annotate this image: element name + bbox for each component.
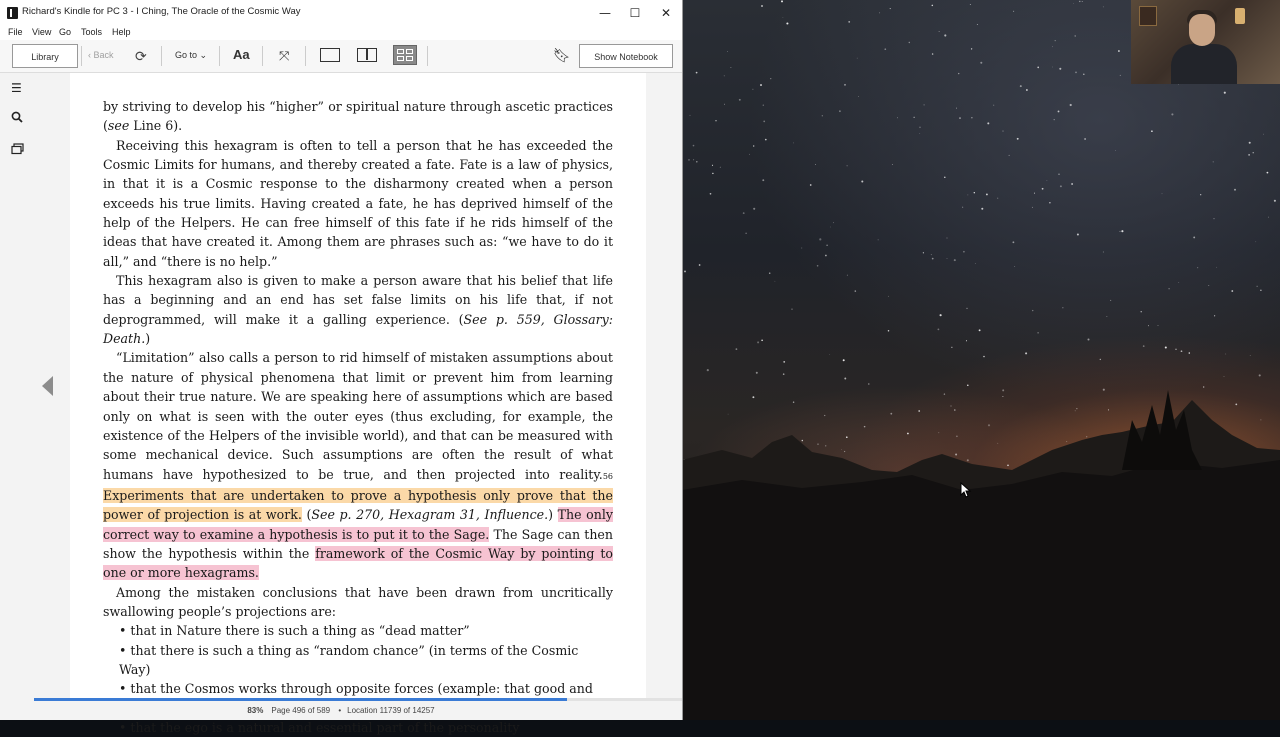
kindle-app-icon xyxy=(7,7,18,19)
list-item: • that the ego is a natural and essentia… xyxy=(119,720,520,735)
goto-button[interactable]: Go to ⌄ xyxy=(175,50,207,61)
single-column-view-icon[interactable] xyxy=(320,48,340,62)
page-indicator: Page 496 of 589 xyxy=(271,706,331,715)
show-notebook-button[interactable]: Show Notebook xyxy=(579,44,673,68)
status-bar: 83% Page 496 of 589 • Location 11739 of 14… xyxy=(0,702,682,720)
back-label: Back xyxy=(93,50,114,60)
reading-progress-fill xyxy=(34,698,568,701)
back-button[interactable]: ‹ Back xyxy=(88,50,114,60)
page-flip-view-icon[interactable] xyxy=(393,45,417,65)
menu-tools[interactable]: Tools xyxy=(81,27,102,37)
bookmark-icon[interactable]: 🔖︎ xyxy=(553,47,571,64)
paragraph: This hexagram also is given to make a pe… xyxy=(103,273,613,347)
window-title: Richard's Kindle for PC 3 - I Ching, The… xyxy=(22,6,301,17)
chevron-down-icon: ⌄ xyxy=(199,50,208,60)
goto-label: Go to xyxy=(175,50,198,60)
close-button[interactable]: ✕ xyxy=(651,0,681,26)
endnote-link[interactable]: 56 xyxy=(603,472,613,481)
maximize-button[interactable]: ☐ xyxy=(620,0,650,26)
search-icon[interactable] xyxy=(11,111,23,126)
webcam-overlay xyxy=(1131,0,1280,84)
left-rail: ☰ xyxy=(0,73,34,705)
book-page: by striving to develop his “higher” or s… xyxy=(70,73,646,735)
kindle-window: Richard's Kindle for PC 3 - I Ching, The… xyxy=(0,0,683,735)
library-button[interactable]: Library xyxy=(12,44,78,68)
page-text: by striving to develop his “higher” or s… xyxy=(103,97,613,737)
paragraph: “Limitation” also calls a person to rid … xyxy=(103,350,613,581)
mouse-cursor-icon xyxy=(960,482,972,498)
menu-bar: File View Go Tools Help xyxy=(0,26,682,40)
menu-go[interactable]: Go xyxy=(59,27,71,37)
paragraph: Among the mistaken conclusions that have… xyxy=(103,584,613,619)
list-item: • that in Nature there is such a thing a… xyxy=(119,623,470,639)
menu-file[interactable]: File xyxy=(8,27,23,37)
paragraph: by striving to develop his “higher” or s… xyxy=(103,99,613,134)
table-of-contents-icon[interactable]: ☰ xyxy=(11,81,22,95)
title-bar: Richard's Kindle for PC 3 - I Ching, The… xyxy=(0,0,682,26)
fullscreen-icon[interactable]: ⤧ xyxy=(279,48,289,64)
list-item: • that there is such a thing as “random … xyxy=(119,642,579,677)
reading-progress-bar[interactable] xyxy=(34,698,682,701)
previous-page-arrow-icon[interactable] xyxy=(42,376,53,396)
menu-help[interactable]: Help xyxy=(112,27,131,37)
progress-percent: 83% xyxy=(247,706,264,715)
font-settings-button[interactable]: Aa xyxy=(233,47,250,62)
separator-dot: • xyxy=(338,706,342,715)
location-indicator: Location 11739 of 14257 xyxy=(347,706,435,715)
paragraph: Receiving this hexagram is often to tell… xyxy=(103,137,613,269)
toolbar: Library ‹ Back ⟳ Go to ⌄ Aa ⤧ 🔖︎ Show No… xyxy=(0,40,682,73)
minimize-button[interactable]: — xyxy=(590,0,620,26)
flashcards-icon[interactable] xyxy=(11,143,24,158)
mountain-silhouette xyxy=(682,390,1280,720)
menu-view[interactable]: View xyxy=(32,27,51,37)
two-column-view-icon[interactable] xyxy=(357,48,377,62)
sync-icon[interactable]: ⟳ xyxy=(135,48,147,65)
